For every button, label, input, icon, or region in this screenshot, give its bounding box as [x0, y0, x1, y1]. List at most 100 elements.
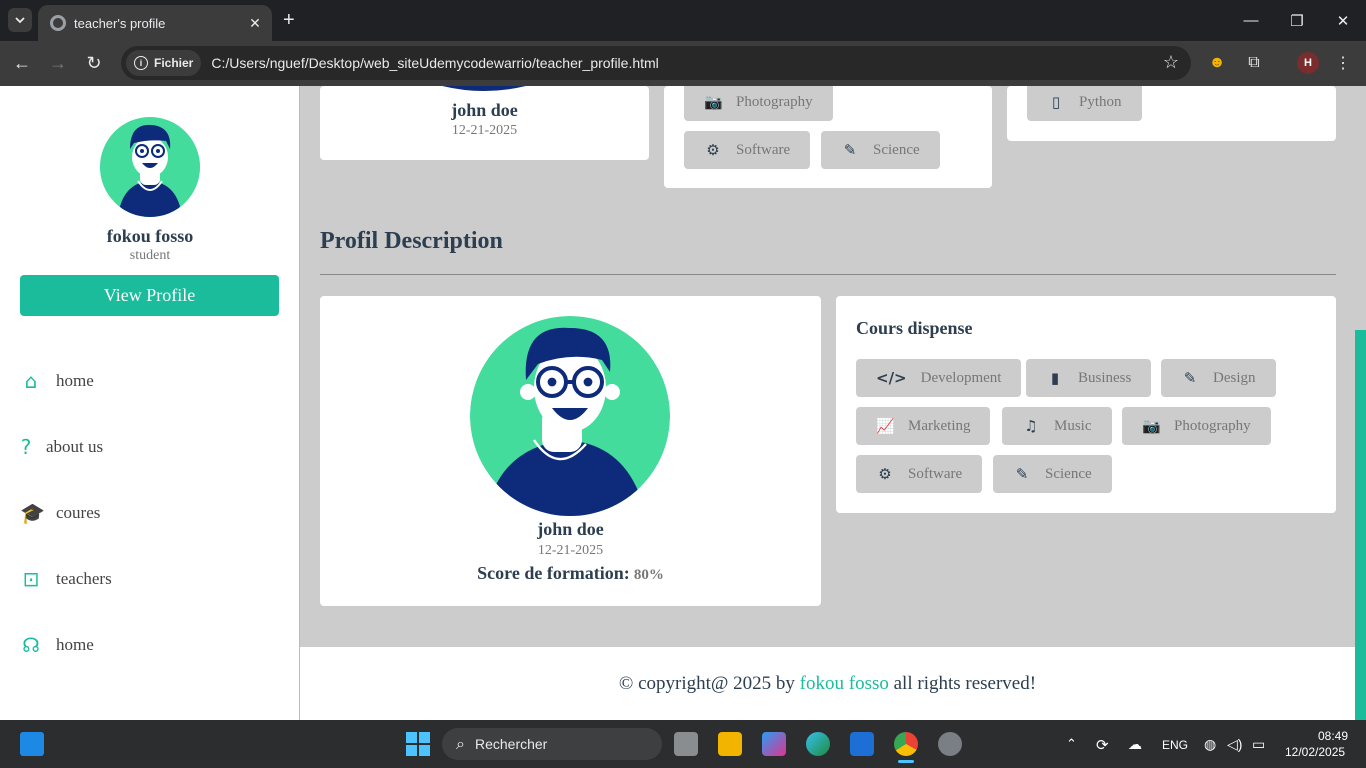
new-tab-button[interactable]: +: [283, 10, 295, 30]
active-app-indicator: [898, 760, 914, 763]
tag-label: Science: [873, 141, 920, 158]
course-tag[interactable]: ✎ Science: [821, 131, 940, 169]
tab-title: teacher's profile: [74, 15, 166, 31]
score-line: Score de formation: 80%: [320, 563, 821, 584]
mobile-icon: ▯: [1051, 93, 1061, 111]
footer-suffix: all rights reserved!: [893, 672, 1037, 694]
course-tag[interactable]: ✎ Design: [1161, 359, 1276, 397]
nav-teachers[interactable]: ⊡ teachers: [20, 564, 112, 594]
tag-label: Photography: [1174, 417, 1251, 434]
widgets-icon[interactable]: [20, 732, 44, 756]
nav-home[interactable]: ⌂ home: [20, 366, 94, 396]
tag-label: Python: [1079, 93, 1122, 110]
maximize-button[interactable]: ❐: [1274, 0, 1320, 41]
course-tag[interactable]: ✎ Science: [993, 455, 1112, 493]
browser-tab[interactable]: teacher's profile ✕: [38, 5, 272, 41]
taskbar-search[interactable]: ⌕ Rechercher: [442, 728, 662, 760]
volume-icon[interactable]: ◁): [1227, 736, 1242, 753]
user-role: student: [129, 248, 171, 263]
course-tag[interactable]: </> Development: [856, 359, 1022, 397]
copilot-icon[interactable]: [762, 732, 786, 756]
course-tag[interactable]: ⚙ Software: [684, 131, 811, 169]
store-icon[interactable]: [850, 732, 874, 756]
bookmark-star-icon[interactable]: ☆: [1163, 52, 1179, 73]
cloud-icon[interactable]: ☁: [1128, 736, 1142, 753]
close-window-button[interactable]: ✕: [1320, 0, 1366, 41]
score-label: Score de formation:: [477, 563, 630, 583]
music-icon: ♫: [1024, 417, 1038, 435]
minimize-button[interactable]: —: [1228, 0, 1274, 41]
nav-label: about us: [46, 437, 104, 456]
divider: [320, 274, 1336, 275]
back-icon[interactable]: ←: [10, 51, 34, 75]
pen-icon: ✎: [1015, 465, 1029, 483]
camera-icon: 📷: [704, 93, 723, 111]
chip-label: Fichier: [154, 56, 194, 70]
nav-courses[interactable]: 🎓 coures: [20, 498, 100, 528]
course-tag[interactable]: 📷 Photography: [1122, 407, 1271, 445]
task-view-icon[interactable]: [674, 732, 698, 756]
clock-time[interactable]: 08:49: [1318, 729, 1348, 743]
course-tag[interactable]: 📷 Photography: [684, 86, 833, 121]
chevron-up-icon[interactable]: ⌃: [1066, 736, 1077, 752]
teacher-avatar-partial: [442, 86, 526, 91]
camera-icon: 📷: [1142, 417, 1161, 435]
courses-card: Cours dispense </> Development ▮ Busines…: [836, 296, 1336, 513]
tab-close-button[interactable]: ✕: [246, 14, 264, 32]
url-text[interactable]: C:/Users/nguef/Desktop/web_siteUdemycode…: [211, 55, 658, 71]
course-tag[interactable]: ♫ Music: [1002, 407, 1112, 445]
code-icon: </>: [876, 369, 907, 387]
chrome-icon[interactable]: [894, 732, 918, 756]
tag-label: Marketing: [908, 417, 971, 434]
profile-avatar[interactable]: H: [1297, 52, 1319, 74]
course-tag[interactable]: ▮ Business: [1026, 359, 1152, 397]
pen-icon: ✎: [1183, 369, 1197, 387]
course-tag[interactable]: ▯ Python: [1027, 86, 1142, 121]
user-name: fokou fosso: [106, 226, 194, 246]
forward-icon[interactable]: →: [46, 51, 70, 75]
course-tag[interactable]: ⚙ Software: [856, 455, 983, 493]
section-title: Profil Description: [320, 228, 503, 254]
nav-about-us[interactable]: ? about us: [20, 432, 103, 462]
question-icon: ?: [20, 435, 32, 459]
windows-start-icon[interactable]: [406, 732, 430, 756]
address-bar[interactable]: i Fichier C:/Users/nguef/Desktop/web_site…: [121, 46, 1191, 80]
extension-icon[interactable]: ☻: [1206, 52, 1228, 74]
browser-toolbar: ← → ↻ i Fichier C:/Users/nguef/Desktop/we…: [0, 41, 1366, 86]
extensions-puzzle-icon[interactable]: ⧉: [1243, 52, 1265, 74]
profile-name: john doe: [537, 519, 604, 539]
clock-date[interactable]: 12/02/2025: [1285, 745, 1345, 759]
home-icon: ⌂: [24, 369, 38, 393]
reload-icon[interactable]: ↻: [82, 51, 106, 75]
teacher-name: john doe: [451, 100, 518, 120]
page-scrollbar[interactable]: [1355, 330, 1366, 720]
score-value: 80%: [633, 567, 664, 583]
site-info-chip[interactable]: i Fichier: [126, 50, 202, 76]
course-tag[interactable]: 📈 Marketing: [856, 407, 991, 445]
view-profile-button[interactable]: View Profile: [20, 275, 279, 316]
headset-icon: ☊: [22, 633, 40, 657]
more-menu-icon[interactable]: ⋮: [1332, 52, 1354, 74]
graduation-cap-icon: 🎓: [20, 501, 45, 525]
tag-label: Design: [1213, 369, 1256, 386]
language-indicator[interactable]: ENG: [1162, 738, 1188, 752]
tag-label: Business: [1078, 369, 1132, 386]
tag-label: Music: [1054, 417, 1092, 434]
network-icon[interactable]: ◍: [1204, 736, 1216, 753]
battery-icon[interactable]: ▭: [1252, 736, 1265, 753]
nav-label: teachers: [56, 569, 112, 588]
nav-home-support[interactable]: ☊ home: [20, 630, 94, 660]
line-chart-icon: 📈: [876, 417, 895, 435]
user-avatar: [100, 117, 200, 217]
sync-icon[interactable]: ⟳: [1096, 736, 1109, 754]
tab-search-button[interactable]: [8, 8, 32, 32]
settings-gear-icon[interactable]: [938, 732, 962, 756]
bar-chart-icon: ▮: [1050, 369, 1060, 387]
nav-label: home: [56, 371, 94, 390]
edge-icon[interactable]: [806, 732, 830, 756]
footer-author-link[interactable]: fokou fosso: [800, 673, 889, 695]
tag-label: Photography: [736, 93, 813, 110]
gear-icon: ⚙: [878, 465, 892, 483]
file-explorer-icon[interactable]: [718, 732, 742, 756]
browser-tabstrip: teacher's profile ✕ + — ❐ ✕: [0, 0, 1366, 41]
